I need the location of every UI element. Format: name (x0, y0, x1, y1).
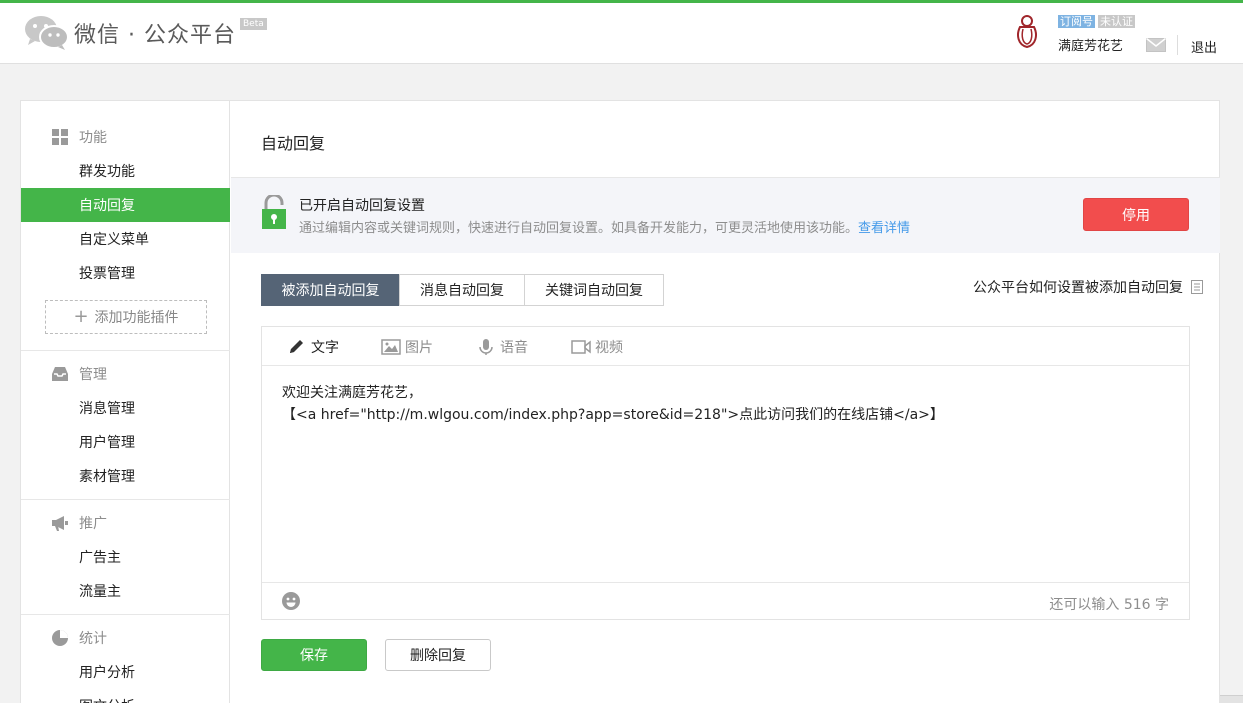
sidebar-item-materials[interactable]: 素材管理 (21, 459, 230, 493)
account-name[interactable]: 满庭芳花艺 (1058, 35, 1123, 54)
grid-icon (51, 128, 69, 146)
megaphone-icon (51, 514, 69, 532)
reply-text-area[interactable]: 欢迎关注满庭芳花艺， 【<a href="http://m.wlgou.com/… (282, 382, 1172, 426)
sidebar-group-label: 统计 (79, 631, 107, 647)
unverified-badge: 未认证 (1098, 15, 1135, 28)
reply-editor: 文字 图片 语音 视频 欢迎关注满庭芳花艺， 【<a href="http://… (261, 326, 1190, 620)
sidebar-item-messages[interactable]: 消息管理 (21, 391, 230, 425)
notice-title: 已开启自动回复设置 (299, 198, 425, 214)
plus-icon: + (73, 306, 89, 327)
sidebar-divider (21, 614, 230, 615)
video-icon (571, 338, 591, 356)
sidebar-group-label: 功能 (79, 130, 107, 146)
document-icon (1191, 280, 1203, 294)
logo[interactable]: 微信 · 公众平台 Beta (24, 13, 267, 53)
tool-video[interactable]: 视频 (571, 327, 623, 366)
main-panel: 自动回复 已开启自动回复设置 通过编辑内容或关键词规则，快速进行自动回复设置。如… (231, 101, 1220, 703)
pie-chart-icon (51, 629, 69, 647)
sidebar-group-promote: 推广 (21, 506, 230, 540)
sidebar-item-mass-send[interactable]: 群发功能 (21, 154, 230, 188)
sidebar-item-users[interactable]: 用户管理 (21, 425, 230, 459)
help-link[interactable]: 公众平台如何设置被添加自动回复 (973, 277, 1203, 297)
add-plugin-label: 添加功能插件 (94, 310, 179, 326)
sidebar-group-function: 功能 (21, 120, 230, 154)
sidebar-item-custom-menu[interactable]: 自定义菜单 (21, 222, 230, 256)
microphone-icon (476, 338, 496, 356)
sidebar-group-label: 管理 (79, 367, 107, 383)
reply-type-tabs: 被添加自动回复 消息自动回复 关键词自动回复 (261, 274, 664, 306)
notice-description: 通过编辑内容或关键词规则，快速进行自动回复设置。如具备开发能力，可更灵活地使用该… (299, 217, 910, 236)
add-plugin-button[interactable]: + 添加功能插件 (45, 300, 207, 334)
save-button[interactable]: 保存 (261, 639, 367, 671)
beta-badge: Beta (239, 18, 267, 30)
pencil-icon (287, 338, 307, 356)
page-title: 自动回复 (261, 134, 326, 153)
image-icon (381, 338, 401, 356)
delete-reply-button[interactable]: 删除回复 (385, 639, 491, 671)
sidebar-item-auto-reply[interactable]: 自动回复 (21, 188, 230, 222)
sidebar-divider (21, 350, 230, 351)
tab-message-reply[interactable]: 消息自动回复 (399, 274, 525, 306)
logout-link[interactable]: 退出 (1191, 37, 1217, 56)
sidebar-item-vote[interactable]: 投票管理 (21, 256, 230, 290)
sidebar-group-label: 推广 (79, 516, 107, 532)
tool-voice-label: 语音 (500, 339, 528, 356)
sidebar-item-advertiser[interactable]: 广告主 (21, 540, 230, 574)
tool-video-label: 视频 (595, 339, 623, 356)
reply-text-line: 【<a href="http://m.wlgou.com/index.php?a… (282, 407, 944, 423)
editor-footer: 还可以输入 516 字 (262, 582, 1189, 620)
disable-button[interactable]: 停用 (1083, 198, 1189, 231)
sidebar-divider (21, 499, 230, 500)
help-link-text: 公众平台如何设置被添加自动回复 (973, 280, 1183, 296)
subscription-badge: 订阅号 (1058, 15, 1095, 28)
logo-text: 微信 · 公众平台 (74, 23, 236, 48)
char-counter: 还可以输入 516 字 (1049, 597, 1169, 613)
tab-keyword-reply[interactable]: 关键词自动回复 (524, 274, 664, 306)
tool-text[interactable]: 文字 (287, 327, 339, 366)
mail-icon[interactable] (1146, 37, 1166, 52)
unlock-icon (261, 193, 287, 231)
emoji-icon[interactable] (281, 591, 301, 611)
tool-voice[interactable]: 语音 (476, 327, 528, 366)
account-avatar[interactable] (1014, 15, 1040, 49)
tool-text-label: 文字 (311, 339, 339, 356)
sidebar-item-article-analysis[interactable]: 图文分析 (21, 689, 230, 703)
header: 微信 · 公众平台 Beta 订阅号 未认证 满庭芳花艺 退出 (0, 3, 1243, 64)
header-separator (1177, 35, 1178, 55)
inbox-icon (51, 365, 69, 383)
auto-reply-notice: 已开启自动回复设置 通过编辑内容或关键词规则，快速进行自动回复设置。如具备开发能… (231, 178, 1220, 253)
reply-text-line: 欢迎关注满庭芳花艺， (282, 385, 422, 401)
sidebar-item-user-analysis[interactable]: 用户分析 (21, 655, 230, 689)
notice-description-text: 通过编辑内容或关键词规则，快速进行自动回复设置。如具备开发能力，可更灵活地使用该… (299, 221, 859, 236)
sidebar-group-manage: 管理 (21, 357, 230, 391)
tool-image-label: 图片 (405, 339, 433, 356)
editor-toolbar: 文字 图片 语音 视频 (262, 327, 1189, 366)
tab-on-follow-reply[interactable]: 被添加自动回复 (261, 274, 400, 306)
sidebar-group-stats: 统计 (21, 621, 230, 655)
tool-image[interactable]: 图片 (381, 327, 433, 366)
sidebar-item-publisher[interactable]: 流量主 (21, 574, 230, 608)
sidebar: 功能 群发功能 自动回复 自定义菜单 投票管理 + 添加功能插件 管理 消息管理… (21, 101, 230, 703)
scrollbar-corner (1220, 695, 1243, 703)
wechat-logo-icon (24, 14, 70, 52)
view-details-link[interactable]: 查看详情 (858, 221, 910, 236)
content-container: 功能 群发功能 自动回复 自定义菜单 投票管理 + 添加功能插件 管理 消息管理… (20, 100, 1220, 703)
